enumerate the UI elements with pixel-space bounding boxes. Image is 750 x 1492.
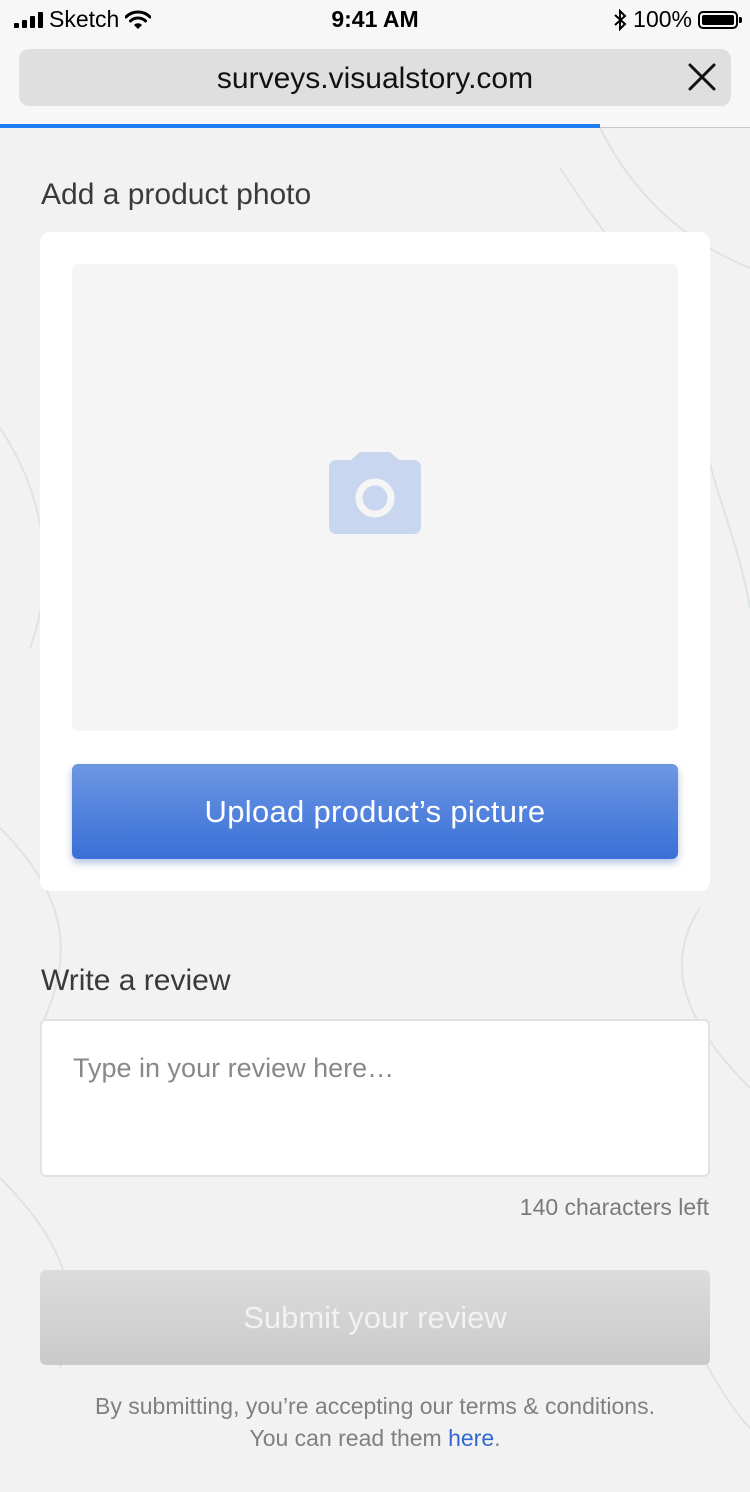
- submit-review-button[interactable]: Submit your review: [40, 1270, 710, 1365]
- browser-toolbar: surveys.visualstory.com: [0, 40, 750, 128]
- review-section-title: Write a review: [41, 964, 231, 997]
- terms-link[interactable]: here: [448, 1425, 494, 1451]
- terms-line-1: By submitting, you’re accepting our term…: [95, 1393, 655, 1419]
- review-textarea[interactable]: Type in your review here…: [40, 1019, 710, 1177]
- upload-picture-button[interactable]: Upload product’s picture: [72, 764, 678, 859]
- address-bar[interactable]: surveys.visualstory.com: [19, 49, 731, 106]
- close-icon[interactable]: [687, 62, 717, 92]
- photo-placeholder[interactable]: [72, 264, 678, 731]
- page-load-progress: [0, 124, 600, 128]
- battery-percent: 100%: [633, 6, 692, 32]
- characters-left: 140 characters left: [519, 1194, 709, 1220]
- photo-card: Upload product’s picture: [40, 232, 710, 891]
- review-placeholder: Type in your review here…: [73, 1053, 395, 1083]
- bluetooth-icon: [614, 8, 627, 31]
- terms-line-2-end: .: [494, 1425, 501, 1451]
- terms-line-2: You can read them here.: [0, 1422, 750, 1454]
- url-text: surveys.visualstory.com: [216, 62, 534, 95]
- status-bar: Sketch 9:41 AM 100%: [0, 0, 750, 40]
- terms-notice: By submitting, you’re accepting our term…: [0, 1390, 750, 1454]
- photo-section-title: Add a product photo: [41, 178, 312, 211]
- camera-icon: [329, 452, 421, 534]
- terms-line-2-text: You can read them: [249, 1425, 449, 1451]
- battery-icon: [698, 10, 742, 29]
